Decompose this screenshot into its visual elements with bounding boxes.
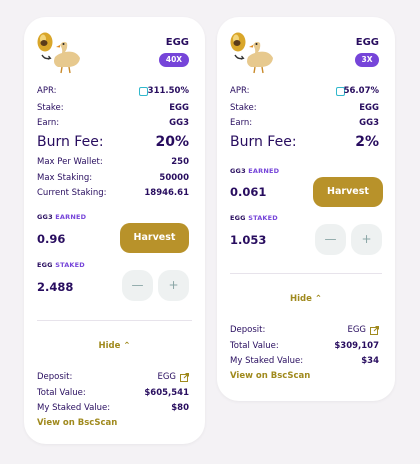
apr-value: 311.50% <box>147 86 189 96</box>
total-value-label: Total Value: <box>230 341 279 351</box>
harvest-button[interactable]: Harvest <box>313 177 383 207</box>
staked-section-label: EGG STAKED <box>230 214 278 222</box>
earn-label: Earn: <box>230 118 253 128</box>
hide-toggle[interactable]: Hide ⌃ <box>217 294 395 304</box>
staked-section-label: EGG STAKED <box>37 261 85 269</box>
earn-value: GG3 <box>359 118 379 128</box>
current-staking-value: 18946.61 <box>144 188 189 198</box>
current-staking-label: Current Staking: <box>37 188 107 198</box>
stake-plus-button[interactable]: + <box>158 270 189 301</box>
view-on-bscscan-link[interactable]: View on BscScan <box>37 418 117 428</box>
my-staked-value: $34 <box>361 356 379 366</box>
calculator-icon[interactable] <box>139 87 148 96</box>
external-link-icon[interactable] <box>180 373 189 382</box>
chevron-up-icon: ⌃ <box>314 294 322 304</box>
pool-card: EGG 40X APR: 311.50% Stake: EGG Earn: GG… <box>24 17 205 444</box>
egg-goose-logo-icon <box>36 31 84 75</box>
earn-value: GG3 <box>169 118 189 128</box>
max-staking-label: Max Staking: <box>37 173 93 183</box>
my-staked-label: My Staked Value: <box>230 356 304 366</box>
multiplier-badge: 40X <box>159 53 189 67</box>
stake-label: Stake: <box>37 103 64 113</box>
max-per-wallet-label: Max Per Wallet: <box>37 157 103 167</box>
max-staking-value: 50000 <box>159 173 189 183</box>
unstake-minus-button[interactable]: — <box>122 270 153 301</box>
apr-value: 56.07% <box>343 86 379 96</box>
total-value: $605,541 <box>144 388 189 398</box>
staked-amount: 2.488 <box>37 280 74 294</box>
stake-plus-button[interactable]: + <box>351 224 382 255</box>
total-value: $309,107 <box>334 341 379 351</box>
earned-amount: 0.061 <box>230 185 267 199</box>
harvest-button[interactable]: Harvest <box>120 223 189 253</box>
deposit-label: Deposit: <box>37 372 73 382</box>
apr-label: APR: <box>37 86 57 96</box>
divider <box>230 273 382 274</box>
earned-section-label: GG3 EARNED <box>230 167 280 175</box>
apr-label: APR: <box>230 86 250 96</box>
my-staked-value: $80 <box>171 403 189 413</box>
multiplier-badge: 3X <box>355 53 379 67</box>
stake-value: EGG <box>359 103 379 113</box>
view-on-bscscan-link[interactable]: View on BscScan <box>230 371 310 381</box>
burn-fee-value: 2% <box>355 134 379 150</box>
staked-amount: 1.053 <box>230 233 267 247</box>
token-name: EGG <box>165 37 189 48</box>
earned-amount: 0.96 <box>37 232 66 246</box>
deposit-value: EGG <box>157 372 176 382</box>
stake-label: Stake: <box>230 103 257 113</box>
burn-fee-label: Burn Fee: <box>230 134 297 150</box>
stake-value: EGG <box>169 103 189 113</box>
pool-card: EGG 3X APR: 56.07% Stake: EGG Earn: GG3 … <box>217 17 395 401</box>
max-per-wallet-value: 250 <box>171 157 189 167</box>
egg-goose-logo-icon <box>229 31 277 75</box>
divider <box>37 320 192 321</box>
hide-toggle[interactable]: Hide ⌃ <box>24 341 205 351</box>
my-staked-label: My Staked Value: <box>37 403 111 413</box>
external-link-icon[interactable] <box>370 326 379 335</box>
total-value-label: Total Value: <box>37 388 86 398</box>
token-name: EGG <box>355 37 379 48</box>
earn-label: Earn: <box>37 118 60 128</box>
deposit-value: EGG <box>347 325 366 335</box>
burn-fee-value: 20% <box>155 134 189 150</box>
burn-fee-label: Burn Fee: <box>37 134 104 150</box>
earned-section-label: GG3 EARNED <box>37 213 87 221</box>
chevron-up-icon: ⌃ <box>123 341 131 351</box>
unstake-minus-button[interactable]: — <box>315 224 346 255</box>
deposit-label: Deposit: <box>230 325 266 335</box>
